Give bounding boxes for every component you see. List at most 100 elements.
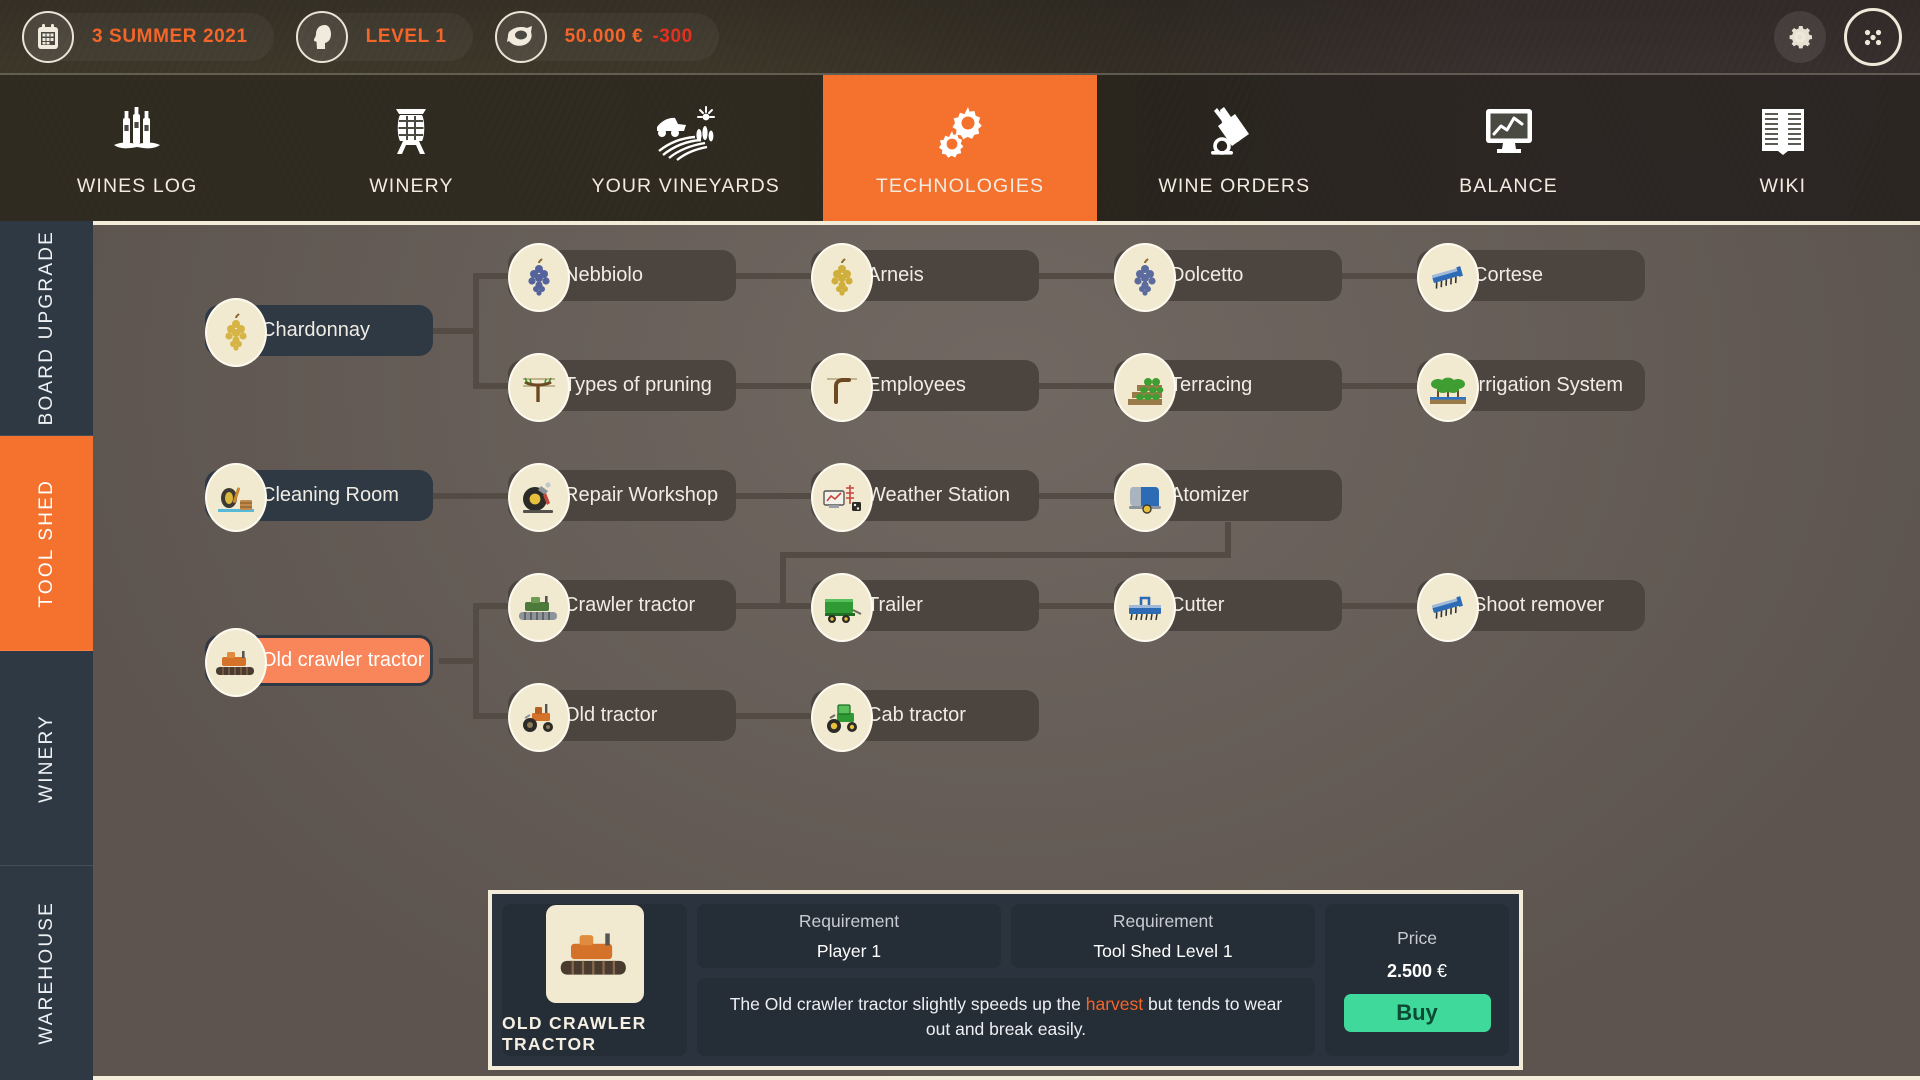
tech-node-repair-workshop[interactable]: Repair Workshop	[508, 463, 736, 532]
level-stat: LEVEL 1	[295, 10, 473, 63]
tech-node-atomizer[interactable]: Atomizer	[1114, 463, 1342, 532]
tech-node-terracing[interactable]: Terracing	[1114, 353, 1342, 422]
tech-node-old-tractor[interactable]: Old tractor	[508, 683, 736, 752]
price-value: 2.500 €	[1387, 961, 1447, 982]
tab-label: WINERY	[369, 174, 454, 197]
menu-button[interactable]	[1844, 7, 1902, 66]
dots-grid-icon	[1864, 29, 1882, 45]
grapes-white-icon	[205, 298, 267, 367]
sidebar-item-warehouse[interactable]: WAREHOUSE	[0, 866, 93, 1080]
money-icon	[494, 10, 547, 63]
trailer-icon	[811, 573, 873, 642]
tech-node-cab-tractor[interactable]: Cab tractor	[811, 683, 1039, 752]
tech-node-irrigation-system[interactable]: Irrigation System	[1417, 353, 1645, 422]
tab-technologies[interactable]: TECHNOLOGIES	[822, 75, 1098, 223]
barrel-icon	[380, 101, 442, 163]
requirement-title: Requirement	[798, 910, 900, 931]
tech-node-types-of-pruning[interactable]: Types of pruning	[508, 353, 736, 422]
gears-icon	[927, 101, 993, 163]
tech-node-label: Old crawler tractor	[261, 649, 425, 671]
tab-wiki[interactable]: WIKI	[1646, 75, 1920, 223]
tech-node-nebbiolo[interactable]: Nebbiolo	[508, 243, 736, 312]
tech-node-label: Cutter	[1170, 594, 1225, 616]
price-title: Price	[1397, 928, 1437, 948]
grapes-dark-icon	[508, 243, 570, 312]
pruning-icon	[508, 353, 570, 422]
category-sidebar: BOARD UPGRADE TOOL SHED WINERY WAREHOUSE	[0, 221, 93, 1080]
description-highlight: harvest	[1085, 993, 1144, 1014]
date-value: 3 SUMMER 2021	[92, 25, 248, 47]
tab-balance[interactable]: BALANCE	[1371, 75, 1645, 223]
cutter-icon	[1114, 573, 1176, 642]
tech-node-label: Cleaning Room	[261, 484, 399, 506]
old-tractor-icon	[508, 683, 570, 752]
tech-node-crawler-tractor[interactable]: Crawler tractor	[508, 573, 736, 642]
tab-wine-orders[interactable]: WINE ORDERS	[1097, 75, 1371, 223]
tech-node-chardonnay[interactable]: Chardonnay	[205, 298, 433, 367]
date-stat: 3 SUMMER 2021	[22, 10, 274, 63]
tech-node-cleaning-room[interactable]: Cleaning Room	[205, 463, 433, 532]
tab-winery[interactable]: WINERY	[274, 75, 548, 223]
tab-label: WINES LOG	[76, 174, 198, 197]
buy-button[interactable]: Buy	[1343, 994, 1491, 1032]
crawler-orange-icon	[560, 933, 626, 975]
money-value: 50.000 € -300	[564, 25, 693, 47]
detail-description: The Old crawler tractor slightly speeds …	[697, 978, 1315, 1056]
blue-implement-icon	[1417, 243, 1479, 312]
main-navigation: WINES LOG WINERY YOUR VINEYARDS TECHNOLO…	[0, 73, 1920, 223]
sidebar-item-label: WINERY	[35, 713, 57, 803]
settings-button[interactable]	[1774, 10, 1826, 63]
price-amount: 2.500	[1386, 961, 1432, 981]
tech-node-label: Arneis	[867, 264, 924, 286]
grapes-white-icon	[811, 243, 873, 312]
crawler-green-icon	[508, 573, 570, 642]
sidebar-item-board-upgrade[interactable]: BOARD UPGRADE	[0, 221, 93, 436]
tech-node-arneis[interactable]: Arneis	[811, 243, 1039, 312]
tech-node-label: Crawler tractor	[564, 594, 696, 616]
vine-cane-icon	[811, 353, 873, 422]
sidebar-item-winery[interactable]: WINERY	[0, 651, 93, 866]
requirement-tool-shed: Requirement Tool Shed Level 1	[1011, 904, 1315, 968]
tab-label: WINE ORDERS	[1158, 174, 1311, 197]
tech-node-old-crawler-tractor[interactable]: Old crawler tractor	[205, 628, 433, 697]
money-delta: -300	[652, 25, 693, 47]
tech-node-cutter[interactable]: Cutter	[1114, 573, 1342, 642]
tab-label: BALANCE	[1459, 174, 1558, 197]
detail-price-card: Price 2.500 € Buy	[1325, 904, 1509, 1056]
tech-node-label: Irrigation System	[1473, 374, 1624, 396]
detail-middle: Requirement Player 1 Requirement Tool Sh…	[697, 904, 1315, 1056]
calendar-icon	[22, 10, 74, 63]
tech-node-label: Trailer	[867, 594, 923, 616]
tech-node-label: Chardonnay	[261, 319, 370, 341]
detail-requirements-row: Requirement Player 1 Requirement Tool Sh…	[697, 904, 1315, 968]
detail-item-card: OLD CRAWLER TRACTOR	[502, 904, 687, 1056]
blue-implement-icon	[1417, 573, 1479, 642]
tab-label: YOUR VINEYARDS	[591, 174, 780, 197]
detail-thumbnail	[545, 905, 644, 1003]
top-status-bar: 3 SUMMER 2021 LEVEL 1 50.000 € -300	[0, 0, 1920, 73]
tech-node-label: Types of pruning	[564, 374, 712, 396]
bottles-book-icon	[106, 101, 168, 163]
tech-node-weather-station[interactable]: Weather Station	[811, 463, 1039, 532]
atomizer-icon	[1114, 463, 1176, 532]
tech-node-label: Repair Workshop	[564, 484, 719, 506]
gear-icon	[1789, 25, 1812, 48]
tech-node-label: Atomizer	[1170, 484, 1249, 506]
vineyard-field-icon	[649, 101, 723, 163]
tab-your-vineyards[interactable]: YOUR VINEYARDS	[549, 75, 823, 223]
weather-icon	[811, 463, 873, 532]
tech-node-employees[interactable]: Employees	[811, 353, 1039, 422]
tech-node-label: Weather Station	[867, 484, 1011, 506]
monitor-chart-icon	[1478, 101, 1540, 163]
tech-node-label: Shoot remover	[1473, 594, 1605, 616]
sidebar-item-tool-shed[interactable]: TOOL SHED	[0, 436, 93, 651]
tech-node-shoot-remover[interactable]: Shoot remover	[1417, 573, 1645, 642]
technology-detail-panel: OLD CRAWLER TRACTOR Requirement Player 1…	[488, 890, 1523, 1070]
tech-node-dolcetto[interactable]: Dolcetto	[1114, 243, 1342, 312]
tab-wines-log[interactable]: WINES LOG	[0, 75, 274, 223]
tech-node-trailer[interactable]: Trailer	[811, 573, 1039, 642]
tech-node-cortese[interactable]: Cortese	[1417, 243, 1645, 312]
tech-node-label: Cab tractor	[867, 704, 966, 726]
open-book-icon	[1752, 101, 1814, 163]
tech-node-label: Dolcetto	[1170, 264, 1244, 286]
